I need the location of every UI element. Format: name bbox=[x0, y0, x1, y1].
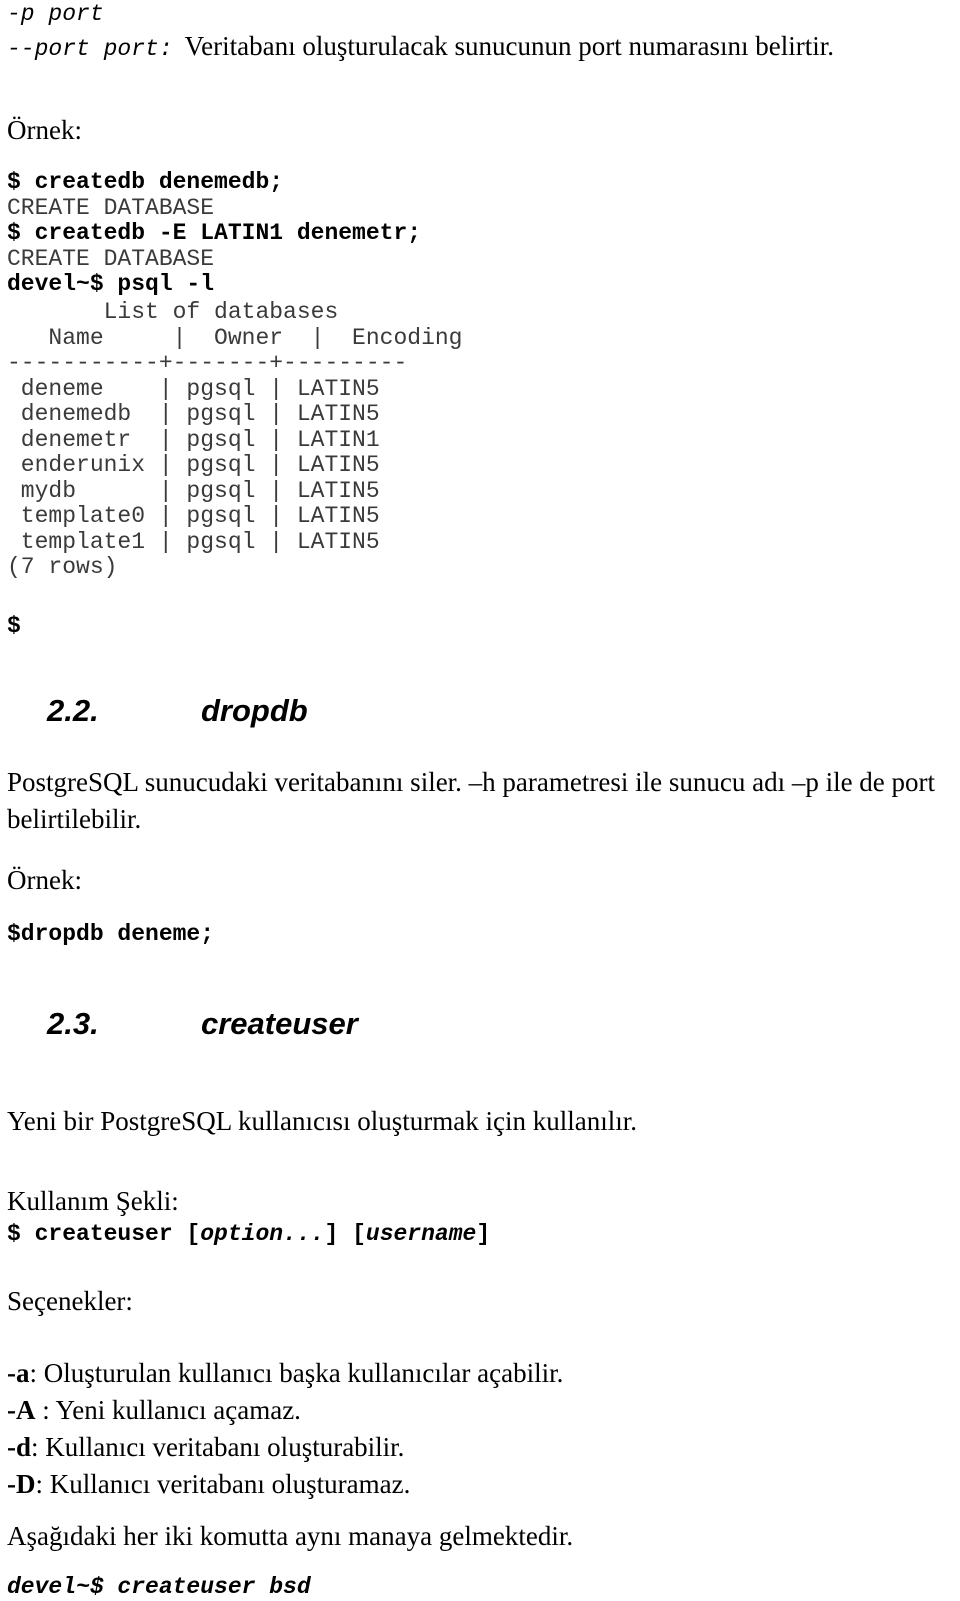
createuser-paragraph: Yeni bir PostgreSQL kullanıcısı oluşturm… bbox=[7, 1106, 637, 1136]
psql-table-row: mydb | pgsql | LATIN5 bbox=[7, 477, 380, 504]
section-title-dropdb: dropdb bbox=[201, 693, 308, 728]
psql-table-row: template1 | pgsql | LATIN5 bbox=[7, 528, 380, 555]
option-long-flag: --port port: bbox=[7, 36, 173, 62]
example-label-2: Örnek: bbox=[7, 865, 82, 895]
option-desc-d: : Kullanıcı veritabanı oluşturabilir. bbox=[31, 1432, 405, 1462]
option-item-A: -A : Yeni kullanıcı açamaz. bbox=[7, 1392, 301, 1429]
usage-label: Kullanım Şekli: bbox=[7, 1186, 179, 1216]
psql-output-table: List of databases Name | Owner | Encodin… bbox=[7, 299, 463, 581]
session-line: devel~$ psql -l bbox=[7, 271, 215, 297]
options-label: Seçenekler: bbox=[7, 1286, 133, 1316]
option-short-flag: -p port bbox=[7, 1, 104, 27]
psql-table-row: denemedb | pgsql | LATIN5 bbox=[7, 401, 380, 427]
session-line: $ createdb denemedb; bbox=[7, 169, 284, 195]
psql-table-row: template0 | pgsql | LATIN5 bbox=[7, 503, 380, 529]
createdb-session-block: $ createdb denemedb; CREATE DATABASE $ c… bbox=[7, 169, 422, 298]
section-heading-dropdb: 2.2. dropdb bbox=[47, 694, 308, 728]
option-short-flag-line: -p port bbox=[7, 1, 104, 28]
option-item-d: -d: Kullanıcı veritabanı oluşturabilir. bbox=[7, 1429, 404, 1466]
option-long-flag-line: --port port: Veritabanı oluşturulacak su… bbox=[7, 28, 834, 65]
session-line: CREATE DATABASE bbox=[7, 194, 215, 221]
usage-suffix: ] bbox=[476, 1221, 491, 1247]
psql-table-row: deneme | pgsql | LATIN5 bbox=[7, 375, 380, 402]
createuser-final-command: devel~$ createuser bsd bbox=[7, 1574, 311, 1600]
dropdb-command: $dropdb deneme; bbox=[7, 921, 215, 947]
option-description: Veritabanı oluşturulacak sunucunun port … bbox=[184, 31, 834, 61]
option-item-D: -D: Kullanıcı veritabanı oluşturamaz. bbox=[7, 1466, 410, 1503]
dropdb-paragraph: PostgreSQL sunucudaki veritabanını siler… bbox=[7, 767, 936, 834]
psql-table-separator: -----------+-------+--------- bbox=[7, 350, 408, 376]
usage-prefix: $ createuser [ bbox=[7, 1221, 201, 1247]
usage-middle: ] [ bbox=[324, 1221, 366, 1247]
option-desc-D: : Kullanıcı veritabanı oluşturamaz. bbox=[35, 1469, 411, 1499]
example-label-1: Örnek: bbox=[7, 115, 82, 145]
psql-table-row: enderunix | pgsql | LATIN5 bbox=[7, 452, 380, 478]
option-desc-a: : Oluşturulan kullanıcı başka kullanıcıl… bbox=[29, 1358, 564, 1388]
psql-table-row: denemetr | pgsql | LATIN1 bbox=[7, 426, 380, 453]
usage-option-placeholder: option... bbox=[200, 1221, 325, 1247]
option-flag-d: -d bbox=[7, 1432, 32, 1462]
option-flag-D: -D bbox=[7, 1469, 36, 1499]
session-line: CREATE DATABASE bbox=[7, 245, 215, 272]
createuser-note: Aşağıdaki her iki komutta aynı manaya ge… bbox=[7, 1521, 574, 1551]
option-flag-A: -A bbox=[7, 1395, 36, 1425]
trailing-shell-prompt: $ bbox=[7, 613, 21, 639]
section-number-createuser: 2.3. bbox=[47, 1006, 99, 1041]
document-page: -p port --port port: Veritabanı oluşturu… bbox=[0, 0, 960, 1601]
option-item-a: -a: Oluşturulan kullanıcı başka kullanıc… bbox=[7, 1355, 563, 1392]
session-line: $ createdb -E LATIN1 denemetr; bbox=[7, 220, 422, 246]
createuser-usage-line: $ createuser [option...] [username] bbox=[7, 1221, 491, 1248]
section-title-createuser: createuser bbox=[201, 1006, 358, 1041]
psql-table-header: Name | Owner | Encoding bbox=[7, 324, 463, 351]
section-heading-createuser: 2.3. createuser bbox=[47, 1007, 358, 1041]
option-flag-a: -a bbox=[7, 1358, 30, 1388]
section-number-dropdb: 2.2. bbox=[47, 693, 99, 728]
psql-row-count: (7 rows) bbox=[7, 554, 118, 580]
usage-username-placeholder: username bbox=[365, 1221, 477, 1247]
psql-table-title: List of databases bbox=[7, 299, 339, 325]
option-desc-A: : Yeni kullanıcı açamaz. bbox=[35, 1395, 301, 1425]
